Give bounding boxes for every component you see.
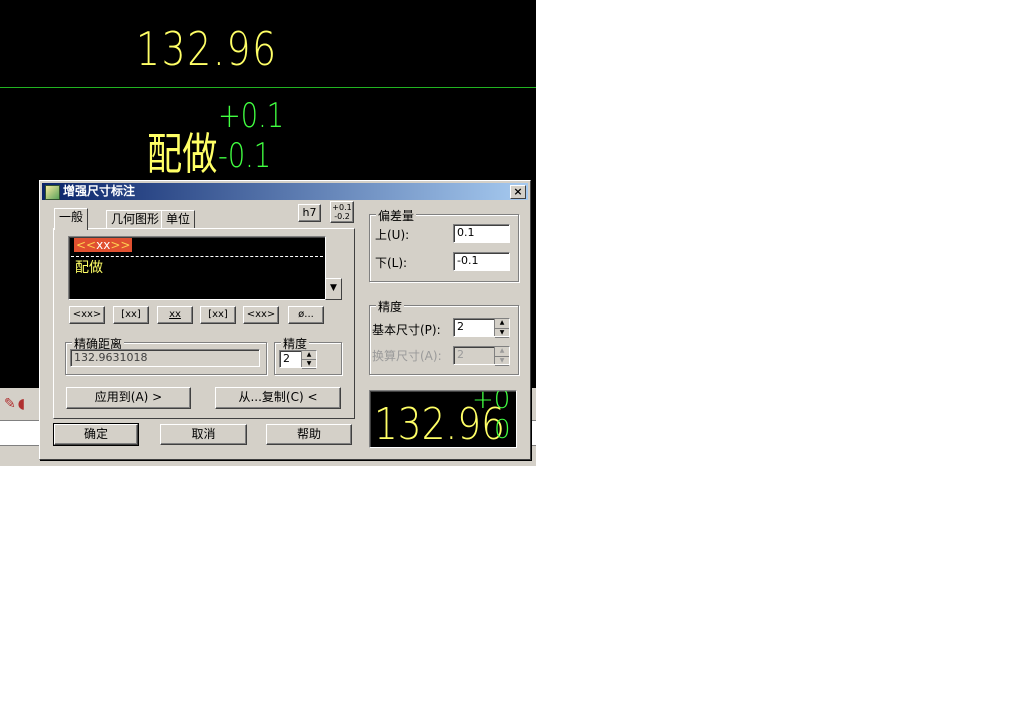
dialog-titlebar[interactable]: 增强尺寸标注 × [42,183,528,200]
close-button[interactable]: × [510,185,526,199]
editor-dropdown-button[interactable]: ▼ [325,278,342,300]
copy-from-button[interactable]: 从...复制(C) < [215,387,341,409]
symbol-button-bracket[interactable]: [xx] [113,306,149,324]
left-precision-value: 2 [283,352,290,365]
alt-size-spinner: ▲ ▼ [494,347,509,366]
line-separator [71,256,323,257]
upper-deviation-label: 上(U): [375,228,410,242]
lower-deviation-label: 下(L): [375,256,408,270]
apply-to-button[interactable]: 应用到(A) > [66,387,191,409]
upper-deviation-input[interactable]: 0.1 [453,224,510,243]
tolerance-lower-text: -0.1 [218,136,272,176]
dialog-title: 增强尺寸标注 [63,184,136,198]
alt-size-label: 换算尺寸(A): [372,349,442,363]
exact-distance-field: 132.9631018 [70,349,260,367]
editor-note-text: 配做 [75,260,103,276]
basic-size-spinner[interactable]: ▲ ▼ [494,319,509,338]
tolerance-format-button[interactable]: +0.1 -0.2 [330,201,354,223]
left-precision-spinner[interactable]: ▲ ▼ [301,351,316,369]
pencil-icon[interactable]: ✎ [4,396,16,412]
basic-size-input[interactable]: 2 ▲ ▼ [453,318,510,338]
tolerance-upper-text: +0.1 [218,96,285,136]
symbol-button-underline[interactable]: xx [157,306,193,324]
ok-button[interactable]: 确定 [53,423,139,446]
precision-legend: 精度 [376,298,405,315]
symbol-button-reference[interactable]: <xx> [243,306,279,324]
alt-size-value: 2 [457,348,464,361]
tool-icon[interactable]: ◖ [18,396,25,412]
symbol-button-angle[interactable]: <xx> [69,306,105,324]
tab-general[interactable]: 一般 [54,208,89,230]
note-text: 配做 [147,129,218,180]
dimension-preview: 132.96 +0 0 [369,390,517,448]
cancel-button[interactable]: 取消 [160,424,247,445]
tol-btn-lower: -0.2 [334,212,350,221]
basic-size-label: 基本尺寸(P): [372,323,441,337]
tab-units[interactable]: 单位 [161,210,196,229]
help-button[interactable]: 帮助 [266,424,352,445]
dimension-value-text: 132.96 [136,22,278,76]
preview-upper: +0 [472,390,511,415]
h7-fit-button[interactable]: h7 [298,204,321,222]
dimension-line [0,87,536,88]
left-precision-input[interactable]: 2 ▲ ▼ [279,350,317,369]
app-icon [45,185,60,200]
dimension-text-editor[interactable]: <<xx>> 配做 ▼ [68,236,342,300]
lower-deviation-input[interactable]: -0.1 [453,252,510,271]
basic-size-value: 2 [457,320,464,333]
measured-value-tag[interactable]: <<xx>> [74,238,133,252]
alt-size-input: 2 ▲ ▼ [453,346,510,366]
toolbar-tools: ✎ ◖ [4,396,38,416]
symbol-button-diameter[interactable]: ø... [288,306,324,324]
symbol-button-box[interactable]: [xx] [200,306,236,324]
enhanced-dimension-dialog: 增强尺寸标注 × 一般 几何图形 单位 h7 +0.1 -0.2 <<xx>> … [39,180,531,460]
tab-geometry[interactable]: 几何图形 [106,210,165,229]
tol-btn-upper: +0.1 [332,203,352,212]
preview-lower: 0 [494,415,511,445]
deviation-legend: 偏差量 [376,207,417,224]
